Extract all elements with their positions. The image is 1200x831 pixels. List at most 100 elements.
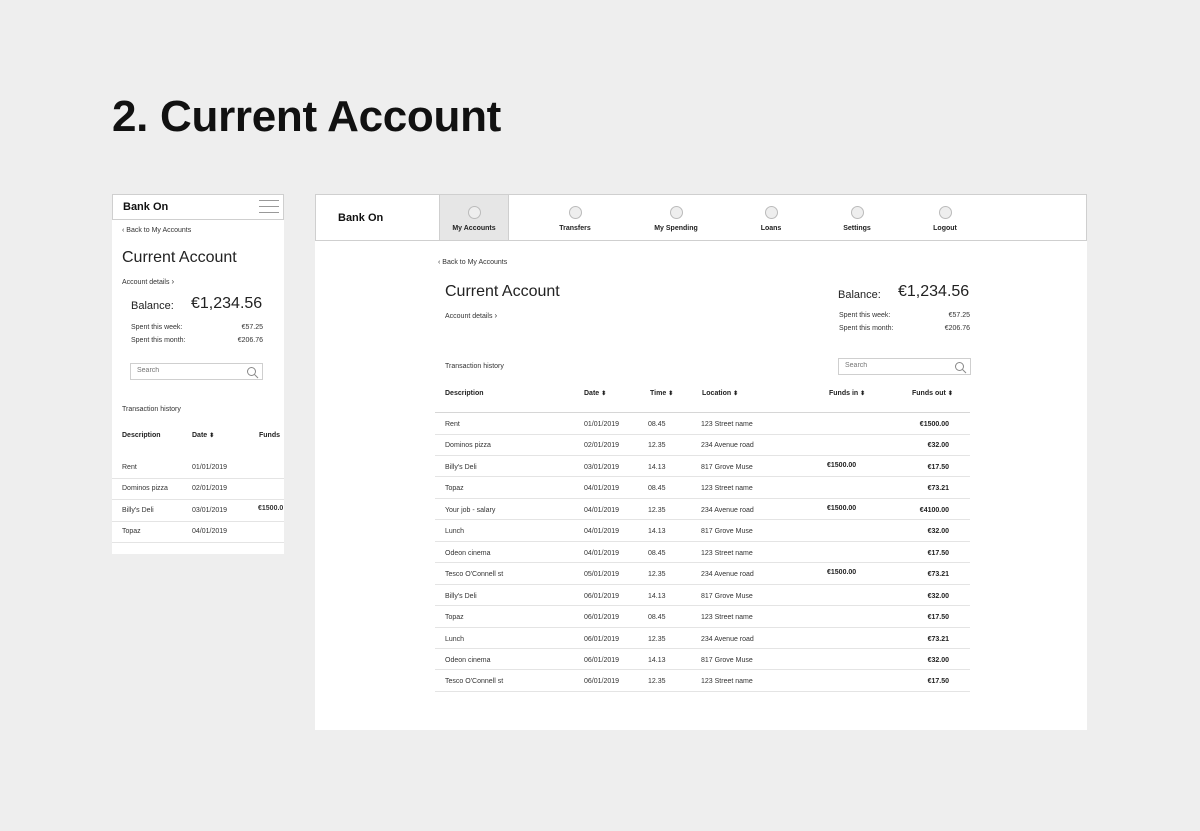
table-row[interactable]: Rent 01/01/2019	[112, 457, 284, 479]
col-funds-out[interactable]: Funds out ⬍	[912, 390, 953, 397]
row-time: 14.13	[648, 463, 666, 471]
sort-icon: ⬍	[668, 391, 674, 397]
hamburger-menu-icon[interactable]	[259, 200, 279, 214]
col-time[interactable]: Time ⬍	[650, 390, 673, 397]
col-date[interactable]: Date ⬍	[192, 432, 214, 439]
row-description: Topaz	[445, 485, 464, 493]
row-funds-out: €32.00	[927, 442, 949, 450]
nav-circle-icon	[850, 206, 864, 219]
table-row[interactable]: Your job - salary 04/01/2019 12.35 234 Aven…	[435, 499, 970, 521]
table-row[interactable]: Billy's Deli 03/01/2019 14.13 817 Grove Mus…	[435, 456, 970, 478]
row-description: Tesco O'Connell st	[445, 678, 504, 686]
row-time: 08.45	[648, 485, 666, 493]
back-link[interactable]: ‹ Back to My Accounts	[438, 259, 507, 266]
table-row[interactable]: Billy's Deli 03/01/2019 €1500.0	[112, 500, 284, 522]
spent-month-value: €206.76	[237, 337, 263, 344]
col-description: Description	[445, 390, 484, 397]
nav-circle-icon	[764, 206, 778, 219]
row-description: Topaz	[122, 527, 141, 535]
back-link[interactable]: ‹ Back to My Accounts	[122, 227, 191, 234]
account-details-link[interactable]: Account details ›	[445, 311, 497, 320]
row-funds: €1500.0	[258, 504, 284, 512]
search-icon[interactable]	[954, 361, 967, 374]
row-description: Lunch	[445, 528, 465, 536]
row-location: 817 Grove Muse	[701, 528, 753, 536]
nav-label: My Spending	[654, 225, 698, 232]
table-row[interactable]: Odeon cinema 06/01/2019 14.13 817 Grove Mus…	[435, 649, 970, 671]
row-funds-out: €1500.00	[919, 421, 949, 428]
sort-icon: ⬍	[860, 391, 866, 397]
nav-circle-icon	[568, 206, 582, 219]
nav-item-loans[interactable]: Loans	[741, 195, 801, 240]
row-description: Lunch	[445, 635, 465, 643]
table-row[interactable]: Topaz 04/01/2019 08.45 123 Street name €73.2…	[435, 477, 970, 499]
search-box	[838, 358, 971, 375]
row-funds-out: €17.50	[927, 614, 949, 622]
table-row[interactable]: Dominos pizza 02/01/2019 12.35 234 Avenue r…	[435, 434, 970, 456]
balance-value: €1,234.56	[191, 295, 263, 312]
row-date: 02/01/2019	[192, 485, 228, 493]
row-funds-in: €1500.00	[827, 461, 857, 469]
table-row[interactable]: Dominos pizza 02/01/2019	[112, 478, 284, 501]
row-funds-out: €73.21	[927, 571, 949, 579]
table-row[interactable]: Lunch 06/01/2019 12.35 234 Avenue road €73.2…	[435, 628, 970, 649]
row-description: Topaz	[445, 614, 464, 622]
row-time: 14.13	[648, 656, 666, 664]
spent-week-label: Spent this week:	[839, 312, 891, 319]
nav-item-my-spending[interactable]: My Spending	[646, 195, 706, 240]
table-row[interactable]: Lunch 04/01/2019 14.13 817 Grove Muse €32.00	[435, 520, 970, 542]
row-funds-out: €17.50	[927, 463, 949, 471]
balance-label: Balance:	[838, 289, 881, 301]
balance-value: €1,234.56	[898, 283, 970, 300]
table-row[interactable]: Rent 01/01/2019 08.45 123 Street name €1500.…	[435, 413, 970, 435]
account-details-label: Account details	[445, 313, 493, 320]
row-funds-in: €1500.00	[827, 504, 857, 512]
nav-item-logout[interactable]: Logout	[915, 195, 975, 240]
col-date[interactable]: Date ⬍	[584, 390, 606, 397]
chevron-right-icon: ›	[171, 277, 175, 286]
row-date: 06/01/2019	[584, 656, 620, 664]
table-row[interactable]: Topaz 06/01/2019 08.45 123 Street name €17.5…	[435, 606, 970, 628]
col-funds: Funds	[259, 432, 280, 439]
search-input[interactable]	[845, 362, 945, 369]
row-description: Rent	[445, 421, 460, 428]
nav-label: My Accounts	[452, 225, 496, 232]
row-description: Odeon cinema	[445, 656, 491, 664]
brand-logo: Bank On	[338, 212, 384, 224]
col-location[interactable]: Location ⬍	[702, 390, 738, 397]
table-row[interactable]: Billy's Deli 06/01/2019 14.13 817 Grove Mus…	[435, 585, 970, 607]
balance-label: Balance:	[131, 300, 174, 312]
account-details-label: Account details	[122, 279, 170, 286]
row-description: Billy's Deli	[445, 463, 477, 471]
row-date: 04/01/2019	[584, 528, 620, 536]
account-details-link[interactable]: Account details ›	[122, 277, 174, 286]
nav-label: Logout	[933, 225, 957, 232]
col-date-label: Date	[584, 390, 600, 397]
row-time: 14.13	[648, 592, 666, 600]
search-icon[interactable]	[246, 366, 259, 379]
table-row[interactable]: Tesco O'Connell st 06/01/2019 12.35 123 Str…	[435, 670, 970, 692]
table-row[interactable]: Tesco O'Connell st 05/01/2019 12.35 234 Ave…	[435, 563, 970, 585]
search-input[interactable]	[137, 367, 237, 374]
row-date: 06/01/2019	[584, 635, 620, 643]
nav-item-transfers[interactable]: Transfers	[545, 195, 605, 240]
sort-icon: ⬍	[209, 433, 215, 439]
mobile-header: Bank On	[112, 194, 284, 220]
desktop-header: Bank On My Accounts Transfers My Spending L…	[315, 194, 1087, 241]
spent-month-label: Spent this month:	[839, 325, 894, 332]
nav-item-settings[interactable]: Settings	[827, 195, 887, 240]
nav-circle-icon	[467, 206, 481, 219]
col-funds-in[interactable]: Funds in ⬍	[829, 390, 865, 397]
row-time: 08.45	[648, 614, 666, 622]
sort-icon: ⬍	[947, 391, 953, 397]
table-row[interactable]: Topaz 04/01/2019	[112, 521, 284, 543]
row-date: 05/01/2019	[584, 571, 620, 579]
row-location: 123 Street name	[701, 678, 753, 686]
table-row[interactable]: Odeon cinema 04/01/2019 08.45 123 Street na…	[435, 542, 970, 564]
row-funds-out: €73.21	[927, 635, 949, 643]
spent-week-label: Spent this week:	[131, 324, 183, 331]
row-date: 06/01/2019	[584, 678, 620, 686]
nav-item-my-accounts[interactable]: My Accounts	[439, 195, 509, 240]
row-description: Billy's Deli	[445, 592, 477, 600]
row-description: Odeon cinema	[445, 549, 491, 557]
